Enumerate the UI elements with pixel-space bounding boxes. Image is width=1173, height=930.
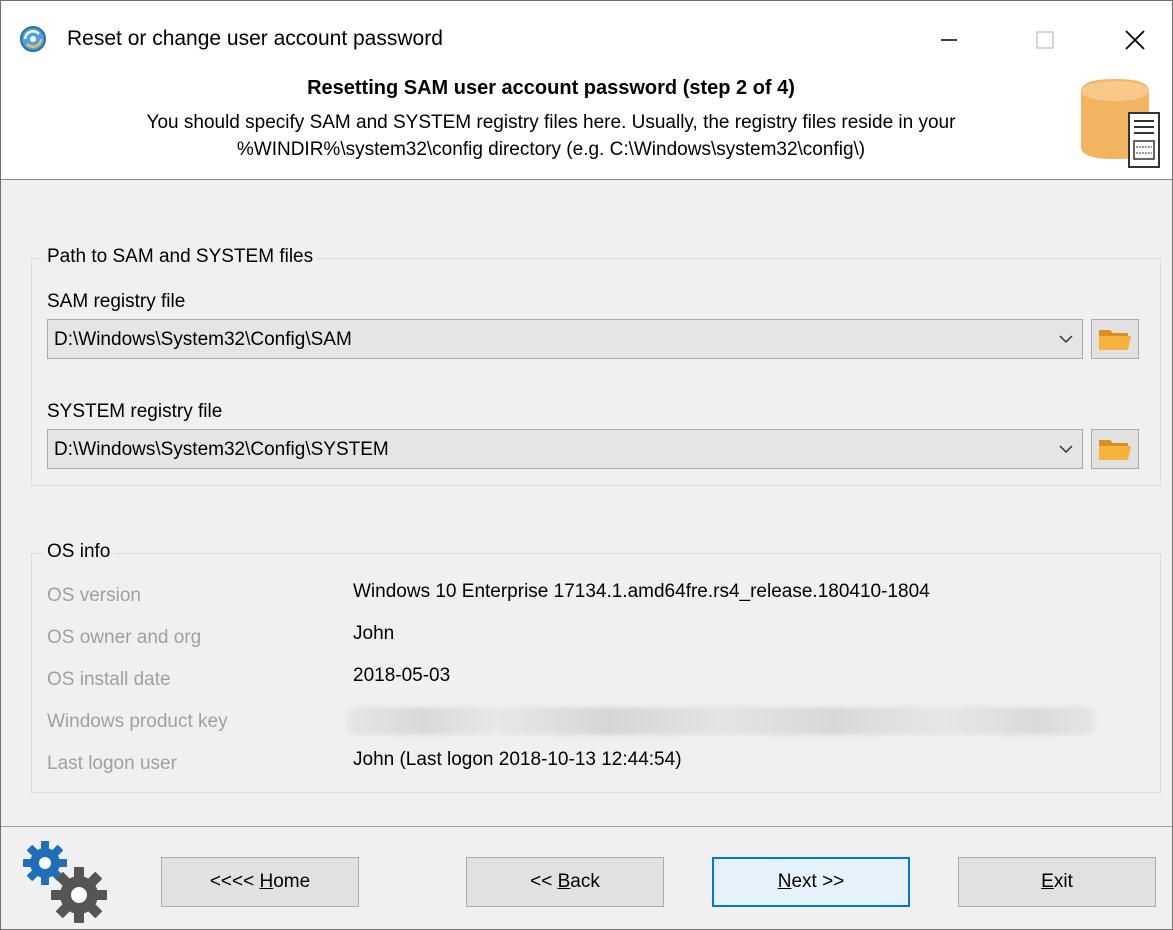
wizard-header: Resetting SAM user account password (ste… bbox=[1, 65, 1172, 180]
os-owner-label: OS owner and org bbox=[47, 627, 202, 648]
back-button-accelerator: B bbox=[557, 871, 571, 892]
os-install-date-label: OS install date bbox=[47, 669, 171, 690]
path-group-legend: Path to SAM and SYSTEM files bbox=[43, 246, 318, 268]
chevron-down-icon[interactable] bbox=[1056, 438, 1076, 460]
os-owner-value: John bbox=[353, 623, 395, 644]
home-button-label-pre: <<<< bbox=[209, 871, 260, 892]
os-install-date-value: 2018-05-03 bbox=[353, 665, 451, 686]
back-button[interactable]: << Back bbox=[466, 857, 664, 907]
footer-divider bbox=[1, 826, 1172, 827]
home-button-label-post: ome bbox=[273, 871, 311, 892]
sam-file-value: D:\Windows\System32\Config\SAM bbox=[54, 329, 352, 350]
back-button-label-post: ack bbox=[570, 871, 600, 892]
last-logon-value: John (Last logon 2018-10-13 12:44:54) bbox=[353, 749, 682, 770]
app-logo-icon bbox=[20, 26, 46, 52]
product-key-value-redacted bbox=[347, 707, 1095, 735]
sam-file-combobox[interactable]: D:\Windows\System32\Config\SAM bbox=[47, 319, 1083, 359]
minimize-icon bbox=[941, 39, 957, 41]
chevron-down-icon[interactable] bbox=[1056, 328, 1076, 350]
product-key-label: Windows product key bbox=[47, 711, 228, 732]
step-title: Resetting SAM user account password (ste… bbox=[307, 77, 795, 99]
gears-icon bbox=[23, 841, 107, 923]
exit-button-label-post: xit bbox=[1053, 871, 1073, 892]
maximize-button[interactable] bbox=[1017, 15, 1073, 65]
window-title: Reset or change user account password bbox=[67, 27, 443, 50]
folder-icon bbox=[1099, 440, 1131, 460]
back-button-label-pre: << bbox=[530, 871, 558, 892]
description-line-1: You should specify SAM and SYSTEM regist… bbox=[146, 112, 956, 133]
system-file-combobox[interactable]: D:\Windows\System32\Config\SYSTEM bbox=[47, 429, 1083, 469]
close-icon bbox=[1125, 30, 1145, 50]
os-version-value: Windows 10 Enterprise 17134.1.amd64fre.r… bbox=[353, 581, 930, 602]
exit-button[interactable]: Exit bbox=[958, 857, 1156, 907]
next-button[interactable]: Next >> bbox=[712, 857, 910, 907]
folder-icon bbox=[1099, 330, 1131, 350]
os-version-label: OS version bbox=[47, 585, 141, 606]
database-server-icon bbox=[1081, 79, 1160, 168]
home-button[interactable]: <<<< Home bbox=[161, 857, 359, 907]
os-info-legend: OS info bbox=[43, 541, 115, 563]
system-file-label: SYSTEM registry file bbox=[47, 401, 223, 422]
next-button-accelerator: N bbox=[777, 871, 792, 892]
next-button-label-post: ext >> bbox=[791, 871, 845, 892]
maximize-icon bbox=[1036, 31, 1054, 49]
step-description: You should specify SAM and SYSTEM regist… bbox=[61, 109, 1041, 163]
exit-button-accelerator: E bbox=[1041, 871, 1054, 892]
system-file-value: D:\Windows\System32\Config\SYSTEM bbox=[54, 439, 389, 460]
description-line-2: %WINDIR%\system32\config directory (e.g.… bbox=[236, 139, 866, 160]
sam-browse-button[interactable] bbox=[1091, 319, 1139, 359]
sam-file-label: SAM registry file bbox=[47, 291, 186, 312]
close-button[interactable] bbox=[1107, 15, 1163, 65]
home-button-accelerator: H bbox=[259, 871, 274, 892]
system-browse-button[interactable] bbox=[1091, 429, 1139, 469]
dialog-window: Reset or change user account password Re… bbox=[0, 0, 1173, 930]
minimize-button[interactable] bbox=[921, 15, 977, 65]
last-logon-label: Last logon user bbox=[47, 753, 177, 774]
